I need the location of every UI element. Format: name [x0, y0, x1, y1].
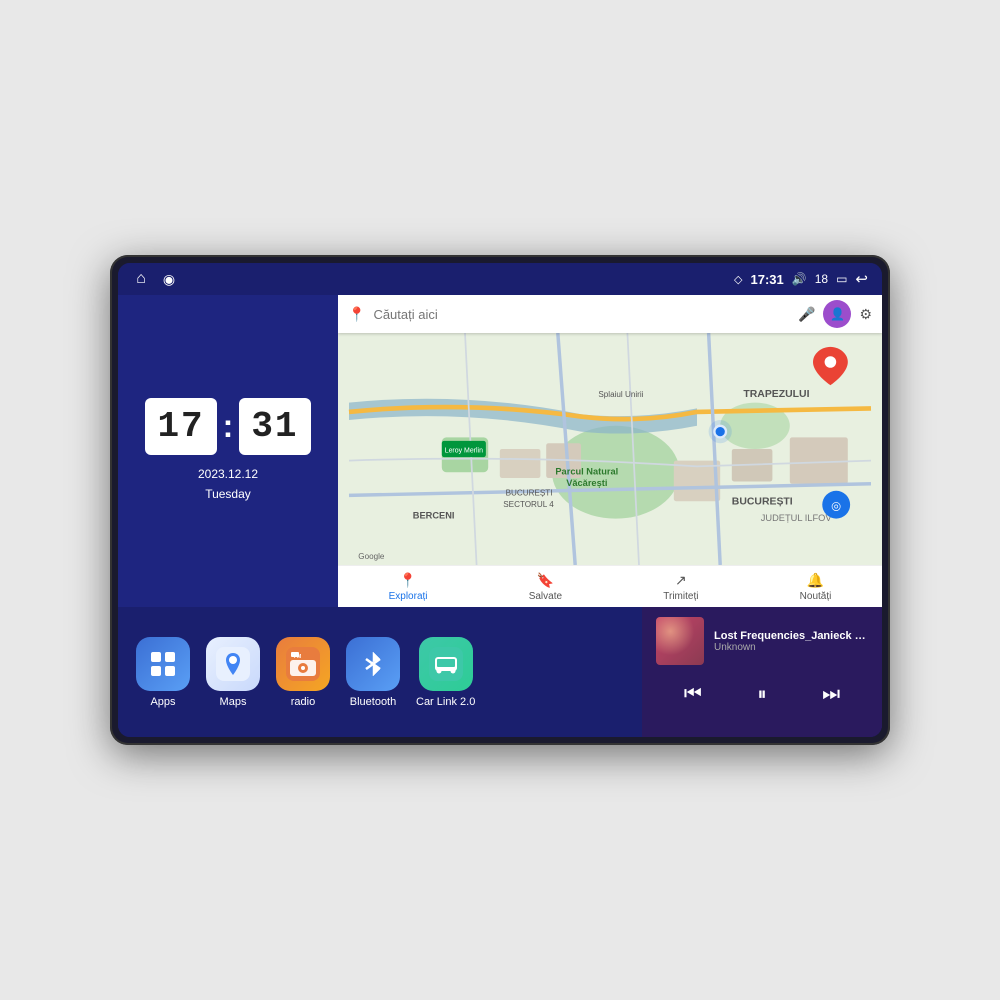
map-bottom-bar: 📍 Explorați 🔖 Salvate ↗ Trimiteți 🔔	[338, 565, 882, 607]
map-widget[interactable]: 📍 🎤 👤 ⚙	[338, 295, 882, 607]
clock-hour: 17	[145, 398, 216, 455]
volume-icon: 🔊	[792, 272, 807, 286]
svg-text:◎: ◎	[831, 499, 841, 512]
svg-text:Parcul Natural: Parcul Natural	[555, 467, 618, 477]
saved-icon: 🔖	[537, 572, 554, 589]
svg-text:SECTORUL 4: SECTORUL 4	[503, 500, 554, 509]
map-search-input[interactable]	[373, 307, 790, 322]
back-icon[interactable]: ↩	[855, 270, 868, 288]
maps-label: Maps	[220, 696, 247, 708]
voice-search-icon[interactable]: 🎤	[798, 306, 815, 323]
app-icon-radio[interactable]: FM radio	[276, 637, 330, 708]
album-art-visual	[656, 617, 704, 665]
clock-date-value: 2023.12.12	[198, 465, 258, 484]
map-tab-news-label: Noutăți	[800, 591, 832, 602]
news-icon: 🔔	[807, 572, 824, 589]
battery-icon: ▭	[836, 272, 847, 286]
music-title: Lost Frequencies_Janieck Devy-...	[714, 630, 868, 642]
bottom-section: Apps Maps	[118, 607, 882, 737]
explore-icon: 📍	[399, 572, 416, 589]
carlink-icon-wrapper	[419, 637, 473, 691]
svg-text:TRAPEZULUI: TRAPEZULUI	[743, 389, 809, 400]
clock-widget: 17 : 31 2023.12.12 Tuesday	[118, 295, 338, 607]
app-icon-bluetooth[interactable]: Bluetooth	[346, 637, 400, 708]
maps-pin-icon: 📍	[348, 306, 365, 323]
music-player: Lost Frequencies_Janieck Devy-... Unknow…	[642, 607, 882, 737]
clock-minute: 31	[239, 398, 310, 455]
app-icon-carlink[interactable]: Car Link 2.0	[416, 637, 475, 708]
map-area[interactable]: Parcul Natural Văcărești Leroy Merlin TR…	[338, 333, 882, 565]
svg-text:BUCUREȘTI: BUCUREȘTI	[732, 497, 793, 508]
svg-text:FM: FM	[294, 654, 301, 660]
svg-text:Google: Google	[358, 552, 385, 561]
svg-text:JUDEȚUL ILFOV: JUDEȚUL ILFOV	[761, 513, 833, 523]
maps-icon-wrapper	[206, 637, 260, 691]
main-content: 17 : 31 2023.12.12 Tuesday 📍 🎤	[118, 295, 882, 737]
svg-text:BUCUREȘTI: BUCUREȘTI	[506, 488, 553, 497]
map-tab-explore-label: Explorați	[389, 591, 428, 602]
map-tab-saved-label: Salvate	[529, 591, 562, 602]
next-button[interactable]: ⏭	[814, 679, 848, 710]
apps-bar: Apps Maps	[118, 607, 642, 737]
car-head-unit: ⌂ ◉ ◇ 17:31 🔊 18 ▭ ↩ 17 :	[110, 255, 890, 745]
status-right-info: ◇ 17:31 🔊 18 ▭ ↩	[734, 270, 868, 288]
map-search-bar: 📍 🎤 👤 ⚙	[338, 295, 882, 333]
map-tab-send-label: Trimiteți	[663, 591, 698, 602]
battery-level: 18	[815, 272, 828, 286]
music-controls: ⏮ ⏸ ⏭	[656, 675, 868, 710]
carlink-label: Car Link 2.0	[416, 696, 475, 708]
clock-separator: :	[223, 408, 234, 445]
radio-label: radio	[291, 696, 315, 708]
apps-label: Apps	[150, 696, 175, 708]
home-icon[interactable]: ⌂	[132, 270, 150, 288]
gps-icon: ◇	[734, 273, 742, 286]
music-info: Lost Frequencies_Janieck Devy-... Unknow…	[656, 617, 868, 665]
app-icon-maps[interactable]: Maps	[206, 637, 260, 708]
play-pause-button[interactable]: ⏸	[749, 680, 774, 709]
app-icon-apps[interactable]: Apps	[136, 637, 190, 708]
status-time: 17:31	[751, 272, 784, 287]
map-tab-saved[interactable]: 🔖 Salvate	[529, 572, 562, 602]
svg-text:Văcărești: Văcărești	[566, 478, 607, 488]
status-left-nav: ⌂ ◉	[132, 270, 178, 288]
maps-nav-icon[interactable]: ◉	[160, 270, 178, 288]
clock-date: 2023.12.12 Tuesday	[198, 465, 258, 503]
prev-button[interactable]: ⏮	[676, 679, 710, 710]
status-bar: ⌂ ◉ ◇ 17:31 🔊 18 ▭ ↩	[118, 263, 882, 295]
music-text: Lost Frequencies_Janieck Devy-... Unknow…	[714, 630, 868, 653]
music-artist: Unknown	[714, 642, 868, 653]
top-section: 17 : 31 2023.12.12 Tuesday 📍 🎤	[118, 295, 882, 607]
map-tab-send[interactable]: ↗ Trimiteți	[663, 572, 698, 602]
send-icon: ↗	[675, 572, 687, 589]
radio-icon-wrapper: FM	[276, 637, 330, 691]
clock-day-value: Tuesday	[198, 485, 258, 504]
apps-icon-wrapper	[136, 637, 190, 691]
map-tab-news[interactable]: 🔔 Noutăți	[800, 572, 832, 602]
device-screen: ⌂ ◉ ◇ 17:31 🔊 18 ▭ ↩ 17 :	[118, 263, 882, 737]
svg-text:Leroy Merlin: Leroy Merlin	[445, 447, 483, 454]
clock-display: 17 : 31	[145, 398, 310, 455]
music-album-art	[656, 617, 704, 665]
bluetooth-label: Bluetooth	[350, 696, 396, 708]
settings-icon[interactable]: ⚙	[859, 306, 872, 323]
map-tab-explore[interactable]: 📍 Explorați	[389, 572, 428, 602]
user-avatar[interactable]: 👤	[823, 300, 851, 328]
svg-text:Splaiul Unirii: Splaiul Unirii	[598, 390, 643, 399]
svg-text:BERCENI: BERCENI	[413, 511, 455, 521]
bluetooth-icon-wrapper	[346, 637, 400, 691]
